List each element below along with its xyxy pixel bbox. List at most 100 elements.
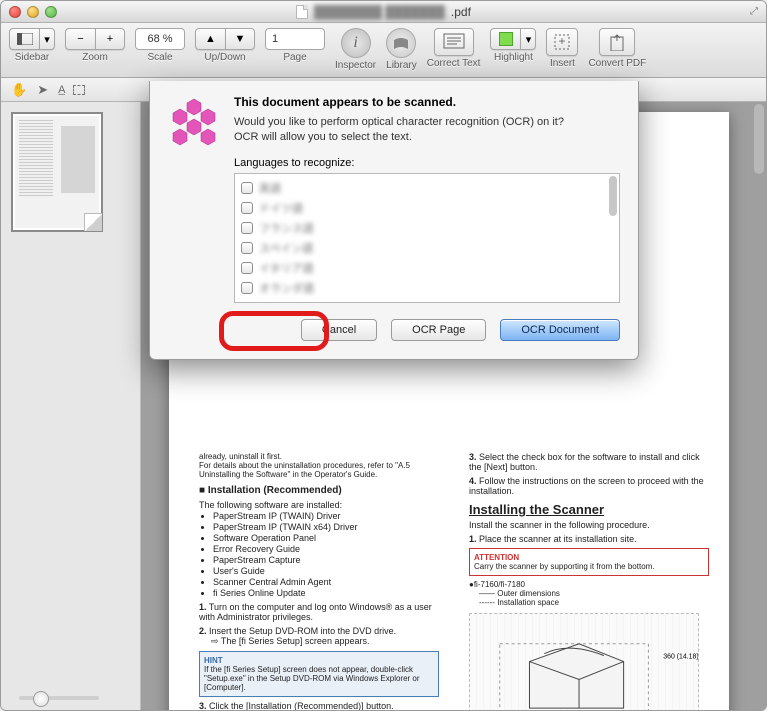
hint-box: HINT If the [fi Series Setup] screen doe… <box>199 651 439 697</box>
legend-install: ------ Installation space <box>469 598 709 607</box>
install-rec-intro: The following software are installed: <box>199 500 439 510</box>
close-window-button[interactable] <box>9 6 21 18</box>
correct-text-button[interactable] <box>434 28 474 56</box>
insert-icon: + <box>553 33 571 51</box>
thumbnail-sidebar <box>1 102 141 710</box>
step-3-left: Click the [Installation (Recommended)] b… <box>209 701 394 710</box>
legend-outer: —— Outer dimensions <box>469 589 709 598</box>
scale-label: Scale <box>147 52 172 63</box>
sidebar-dropdown-button[interactable]: ▾ <box>39 28 55 50</box>
language-name: 英語 <box>259 180 281 196</box>
app-window: ████████ ███████.pdf ⤢ ▾ Sidebar − + Zoo… <box>0 0 767 711</box>
convert-pdf-label: Convert PDF <box>588 58 646 69</box>
page-down-button[interactable]: ▼ <box>225 28 255 50</box>
minimize-window-button[interactable] <box>27 6 39 18</box>
zoom-in-button[interactable]: + <box>95 28 125 50</box>
language-row[interactable]: スペイン語 <box>241 238 605 258</box>
scanner-step-1: Place the scanner at its installation si… <box>479 534 637 544</box>
model-line: ●fi-7160/fi-7180 <box>469 580 709 589</box>
step-2-sub: The [fi Series Setup] screen appears. <box>221 636 370 646</box>
highlight-dropdown-button[interactable]: ▾ <box>520 28 536 50</box>
languages-list[interactable]: 英語ドイツ語フランス語スペイン語イタリア語オランダ語 <box>234 173 620 303</box>
library-button[interactable] <box>386 28 416 58</box>
step-2: Insert the Setup DVD-ROM into the DVD dr… <box>209 626 396 636</box>
language-name: イタリア語 <box>259 260 314 276</box>
page-label: Page <box>283 52 306 63</box>
software-item: Scanner Central Admin Agent <box>213 577 439 587</box>
convert-pdf-icon <box>607 33 627 51</box>
main-toolbar: ▾ Sidebar − + Zoom Scale ▲ ▼ Up/Down Pag… <box>1 23 766 78</box>
dialog-heading: This document appears to be scanned. <box>234 95 620 109</box>
attention-box: ATTENTION Carry the scanner by supportin… <box>469 548 709 576</box>
step-3-right: Select the check box for the software to… <box>469 452 700 472</box>
language-name: ドイツ語 <box>259 200 303 216</box>
correct-text-label: Correct Text <box>427 58 481 69</box>
zoom-window-button[interactable] <box>45 6 57 18</box>
library-label: Library <box>386 60 417 71</box>
software-item: Software Operation Panel <box>213 533 439 543</box>
zoom-out-button[interactable]: − <box>65 28 95 50</box>
document-icon <box>296 5 308 19</box>
correct-text-icon <box>443 33 465 51</box>
installing-scanner-heading: Installing the Scanner <box>469 502 709 517</box>
insert-button[interactable]: + <box>546 28 578 56</box>
page-input[interactable] <box>265 28 325 50</box>
inspector-label: Inspector <box>335 60 376 71</box>
language-row[interactable]: 英語 <box>241 178 605 198</box>
dialog-body-1: Would you like to perform optical charac… <box>234 116 564 128</box>
languages-scrollbar[interactable] <box>609 176 617 300</box>
language-row[interactable]: イタリア語 <box>241 258 605 278</box>
cancel-button[interactable]: Cancel <box>301 319 377 341</box>
thumbnail-size-slider[interactable] <box>19 696 99 700</box>
highlight-label: Highlight <box>494 52 533 63</box>
software-item: PaperStream IP (TWAIN x64) Driver <box>213 522 439 532</box>
updown-label: Up/Down <box>204 52 245 63</box>
installing-scanner-intro: Install the scanner in the following pro… <box>469 520 709 530</box>
scale-input[interactable] <box>135 28 185 50</box>
install-rec-heading: Installation (Recommended) <box>208 485 342 496</box>
ocr-dialog: This document appears to be scanned. Wou… <box>149 81 639 360</box>
software-item: fi Series Online Update <box>213 588 439 598</box>
ocr-app-icon <box>168 95 220 147</box>
languages-label: Languages to recognize: <box>234 157 620 169</box>
language-row[interactable]: フランス語 <box>241 218 605 238</box>
scanner-dimensions-figure: 360 (14.18) 700(27.56) 400 (15.75) 500 U… <box>469 613 699 710</box>
step-1: Turn on the computer and log onto Window… <box>199 602 432 622</box>
language-checkbox[interactable] <box>241 282 253 294</box>
convert-pdf-button[interactable] <box>599 28 635 56</box>
fullscreen-icon[interactable]: ⤢ <box>750 6 758 17</box>
insert-label: Insert <box>550 58 575 69</box>
sidebar-toggle-button[interactable] <box>9 28 39 50</box>
step-4-right: Follow the instructions on the screen to… <box>469 476 704 496</box>
svg-text:+: + <box>559 34 566 48</box>
vertical-scrollbar[interactable] <box>754 104 764 700</box>
page-up-button[interactable]: ▲ <box>195 28 225 50</box>
language-checkbox[interactable] <box>241 242 253 254</box>
highlight-button[interactable] <box>490 28 520 50</box>
software-item: PaperStream IP (TWAIN) Driver <box>213 511 439 521</box>
window-title: ████████ ███████.pdf <box>1 5 766 19</box>
language-checkbox[interactable] <box>241 222 253 234</box>
language-checkbox[interactable] <box>241 182 253 194</box>
software-item: User's Guide <box>213 566 439 576</box>
ocr-document-button[interactable]: OCR Document <box>500 319 620 341</box>
sidebar-label: Sidebar <box>15 52 49 63</box>
title-bar: ████████ ███████.pdf ⤢ <box>1 1 766 23</box>
software-item: PaperStream Capture <box>213 555 439 565</box>
language-row[interactable]: オランダ語 <box>241 278 605 298</box>
inspector-button[interactable]: i <box>341 28 371 58</box>
library-icon <box>393 36 409 50</box>
page-thumbnail-1[interactable] <box>11 112 103 232</box>
software-item: Error Recovery Guide <box>213 544 439 554</box>
language-checkbox[interactable] <box>241 202 253 214</box>
ocr-page-button[interactable]: OCR Page <box>391 319 486 341</box>
hand-tool-icon[interactable]: ✋ <box>11 82 27 98</box>
text-select-tool-icon[interactable]: A̲ <box>58 84 63 96</box>
arrow-tool-icon[interactable]: ➤ <box>37 82 48 98</box>
language-name: スペイン語 <box>259 240 313 256</box>
dialog-body-2: OCR will allow you to select the text. <box>234 131 412 143</box>
language-checkbox[interactable] <box>241 262 253 274</box>
marquee-tool-icon[interactable] <box>73 85 85 95</box>
language-row[interactable]: ドイツ語 <box>241 198 605 218</box>
uninstall-note: already, uninstall it first. For details… <box>199 452 439 479</box>
